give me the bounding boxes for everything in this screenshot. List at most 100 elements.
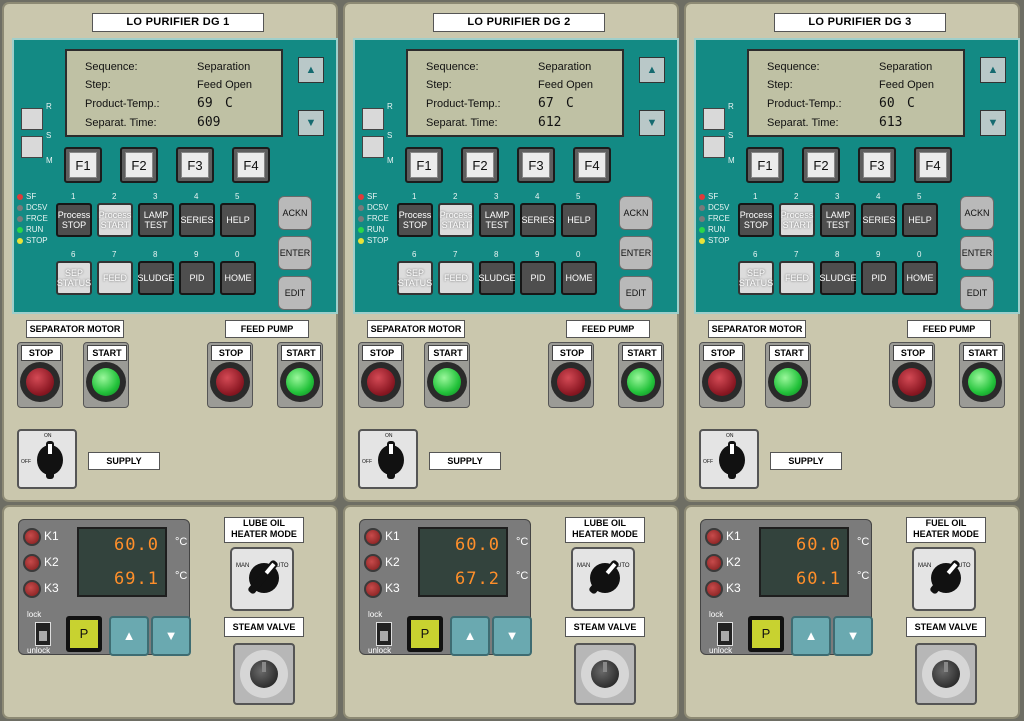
- steam-valve-dial[interactable]: [233, 643, 295, 705]
- key-sep-status-button[interactable]: SEP STATUS: [56, 261, 92, 295]
- separator-stop-button[interactable]: STOP: [699, 342, 745, 408]
- key-sludge-button[interactable]: SLUDGE: [820, 261, 857, 295]
- enter-button[interactable]: ENTER: [619, 236, 653, 270]
- scroll-down-button[interactable]: ▼: [980, 110, 1006, 136]
- key-series-button[interactable]: SERIES: [520, 203, 556, 237]
- heater-mode-switch[interactable]: MAN AUTO: [912, 547, 976, 611]
- key-home-button[interactable]: HOME: [561, 261, 597, 295]
- key-lamp-test-button[interactable]: LAMP TEST: [479, 203, 515, 237]
- key-process-start-button[interactable]: Process START: [97, 203, 133, 237]
- steam-valve-dial[interactable]: [574, 643, 636, 705]
- pump-stop-button[interactable]: STOP: [889, 342, 935, 408]
- separator-stop-button[interactable]: STOP: [17, 342, 63, 408]
- steam-valve-dial[interactable]: [915, 643, 977, 705]
- f3-button[interactable]: F3: [858, 147, 896, 183]
- edit-button[interactable]: EDIT: [619, 276, 653, 310]
- increase-button[interactable]: ▲: [109, 616, 149, 656]
- f2-button[interactable]: F2: [802, 147, 840, 183]
- f3-button[interactable]: F3: [176, 147, 214, 183]
- key-pid-button[interactable]: PID: [520, 261, 556, 295]
- f4-button[interactable]: F4: [232, 147, 270, 183]
- ackn-button[interactable]: ACKN: [960, 196, 994, 230]
- key-process-start-button[interactable]: Process START: [779, 203, 815, 237]
- decrease-button[interactable]: ▼: [833, 616, 873, 656]
- separator-start-button[interactable]: START: [765, 342, 811, 408]
- enter-button[interactable]: ENTER: [960, 236, 994, 270]
- enter-button[interactable]: ENTER: [278, 236, 312, 270]
- key-home-button[interactable]: HOME: [220, 261, 256, 295]
- k-label: K3: [726, 581, 741, 596]
- lock-switch[interactable]: lock unlock: [368, 610, 404, 655]
- f2-button[interactable]: F2: [461, 147, 499, 183]
- key-lamp-test-button[interactable]: LAMP TEST: [138, 203, 174, 237]
- key-series-button[interactable]: SERIES: [179, 203, 215, 237]
- key-feed-button[interactable]: FEED: [779, 261, 815, 295]
- key-process-start-button[interactable]: Process START: [438, 203, 474, 237]
- decrease-button[interactable]: ▼: [151, 616, 191, 656]
- edit-button[interactable]: EDIT: [278, 276, 312, 310]
- lock-switch[interactable]: lock unlock: [27, 610, 63, 655]
- supply-switch[interactable]: ON OFF: [17, 429, 77, 489]
- lcd-value: 60: [879, 96, 895, 111]
- key-process-stop-button[interactable]: Process STOP: [738, 203, 774, 237]
- f1-button[interactable]: F1: [746, 147, 784, 183]
- heater-mode-switch[interactable]: MAN AUTO: [571, 547, 635, 611]
- key-number: 9: [194, 250, 199, 259]
- key-sludge-button[interactable]: SLUDGE: [479, 261, 516, 295]
- key-feed-button[interactable]: FEED: [438, 261, 474, 295]
- pump-start-button[interactable]: START: [618, 342, 664, 408]
- panel-title: LO PURIFIER DG 3: [774, 13, 946, 32]
- supply-switch[interactable]: ON OFF: [699, 429, 759, 489]
- key-help-button[interactable]: HELP: [561, 203, 597, 237]
- scroll-up-button[interactable]: ▲: [298, 57, 324, 83]
- ackn-button[interactable]: ACKN: [278, 196, 312, 230]
- decrease-button[interactable]: ▼: [492, 616, 532, 656]
- p-button[interactable]: P: [66, 616, 102, 652]
- increase-button[interactable]: ▲: [450, 616, 490, 656]
- f3-button[interactable]: F3: [517, 147, 555, 183]
- key-pid-button[interactable]: PID: [179, 261, 215, 295]
- red-lamp-icon: [708, 368, 736, 396]
- f4-button[interactable]: F4: [573, 147, 611, 183]
- pump-start-button[interactable]: START: [277, 342, 323, 408]
- increase-button[interactable]: ▲: [791, 616, 831, 656]
- separator-start-button[interactable]: START: [424, 342, 470, 408]
- p-button[interactable]: P: [748, 616, 784, 652]
- key-process-stop-button[interactable]: Process STOP: [397, 203, 433, 237]
- separator-start-button[interactable]: START: [83, 342, 129, 408]
- lamp-ring: [210, 362, 250, 402]
- pump-start-button[interactable]: START: [959, 342, 1005, 408]
- pump-stop-button[interactable]: STOP: [207, 342, 253, 408]
- key-sludge-button[interactable]: SLUDGE: [138, 261, 175, 295]
- separator-stop-button[interactable]: STOP: [358, 342, 404, 408]
- key-sep-status-button[interactable]: SEP STATUS: [397, 261, 433, 295]
- scroll-down-button[interactable]: ▼: [639, 110, 665, 136]
- lock-switch[interactable]: lock unlock: [709, 610, 745, 655]
- red-lamp-icon: [216, 368, 244, 396]
- lamp-ring: [280, 362, 320, 402]
- p-button[interactable]: P: [407, 616, 443, 652]
- key-process-stop-button[interactable]: Process STOP: [56, 203, 92, 237]
- pump-stop-button[interactable]: STOP: [548, 342, 594, 408]
- ackn-button[interactable]: ACKN: [619, 196, 653, 230]
- key-lamp-test-button[interactable]: LAMP TEST: [820, 203, 856, 237]
- scroll-up-button[interactable]: ▲: [639, 57, 665, 83]
- f1-button[interactable]: F1: [405, 147, 443, 183]
- key-help-button[interactable]: HELP: [220, 203, 256, 237]
- f1-button[interactable]: F1: [64, 147, 102, 183]
- key-series-button[interactable]: SERIES: [861, 203, 897, 237]
- scroll-down-button[interactable]: ▼: [298, 110, 324, 136]
- supply-switch[interactable]: ON OFF: [358, 429, 418, 489]
- key-pid-button[interactable]: PID: [861, 261, 897, 295]
- edit-button[interactable]: EDIT: [960, 276, 994, 310]
- key-sep-status-button[interactable]: SEP STATUS: [738, 261, 774, 295]
- key-feed-button[interactable]: FEED: [97, 261, 133, 295]
- scroll-up-button[interactable]: ▲: [980, 57, 1006, 83]
- key-number: 5: [917, 192, 922, 201]
- k-label: K1: [726, 529, 741, 544]
- heater-mode-switch[interactable]: MAN AUTO: [230, 547, 294, 611]
- f2-button[interactable]: F2: [120, 147, 158, 183]
- f4-button[interactable]: F4: [914, 147, 952, 183]
- key-help-button[interactable]: HELP: [902, 203, 938, 237]
- key-home-button[interactable]: HOME: [902, 261, 938, 295]
